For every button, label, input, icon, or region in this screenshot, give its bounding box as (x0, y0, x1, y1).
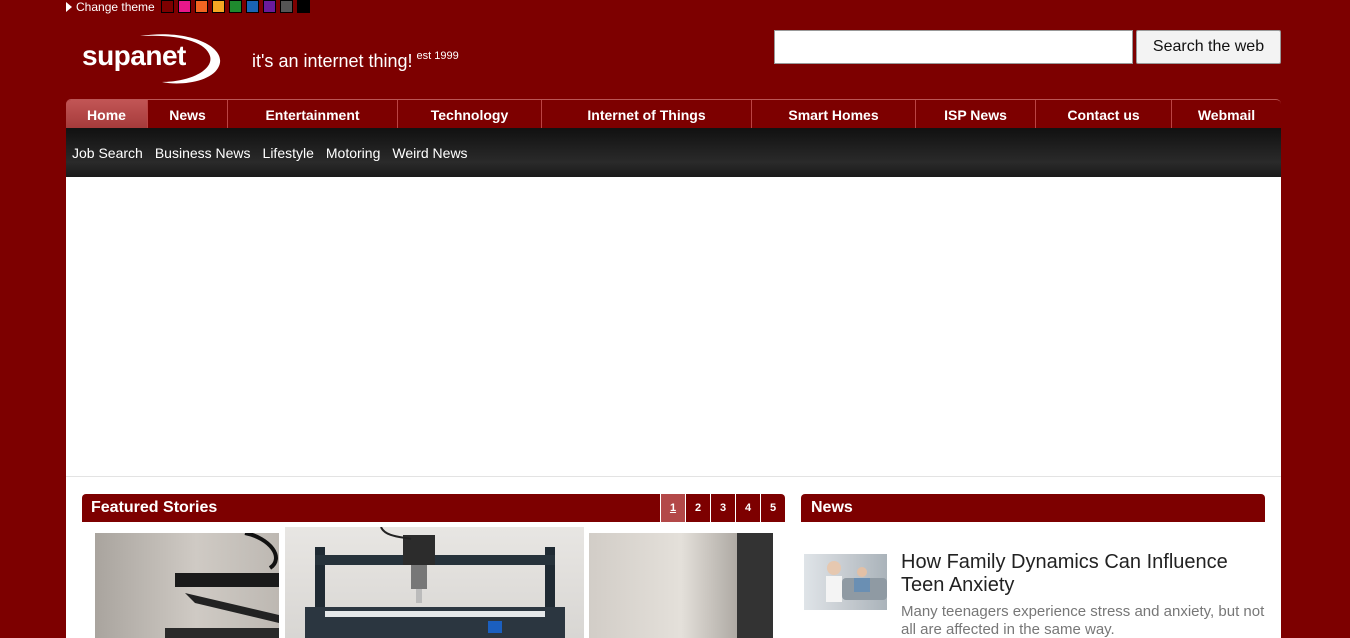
nav-home[interactable]: Home (66, 100, 148, 128)
page-button-4[interactable]: 4 (735, 494, 760, 522)
page-button-2[interactable]: 2 (685, 494, 710, 522)
sub-nav: Job Search Business News Lifestyle Motor… (66, 128, 1281, 177)
page-button-5[interactable]: 5 (760, 494, 785, 522)
theme-swatch-grey[interactable] (279, 0, 293, 13)
main-nav: Home News Entertainment Technology Inter… (66, 99, 1281, 128)
main-content: Featured Stories 1 2 3 4 5 News How Fami… (66, 177, 1281, 638)
page-button-3[interactable]: 3 (710, 494, 735, 522)
search-web-button[interactable]: Search the web (1136, 30, 1281, 64)
theme-swatch-maroon[interactable] (160, 0, 174, 13)
change-theme-label[interactable]: Change theme (76, 0, 155, 14)
subnav-weird-news[interactable]: Weird News (392, 145, 467, 161)
nav-news[interactable]: News (148, 100, 228, 128)
nav-entertainment[interactable]: Entertainment (228, 100, 398, 128)
featured-image-center[interactable] (285, 527, 584, 638)
tagline-est: est 1999 (416, 50, 459, 62)
theme-swatch-orange[interactable] (194, 0, 208, 13)
nav-webmail[interactable]: Webmail (1172, 100, 1281, 128)
page-button-1[interactable]: 1 (660, 494, 685, 522)
nav-technology[interactable]: Technology (398, 100, 542, 128)
nav-internet-of-things[interactable]: Internet of Things (542, 100, 752, 128)
nav-contact-us[interactable]: Contact us (1036, 100, 1172, 128)
logo-text: supanet (82, 40, 186, 71)
site-tagline: it's an internet thing! est 1999 (252, 50, 459, 72)
theme-swatch-amber[interactable] (211, 0, 225, 13)
news-thumbnail[interactable] (804, 554, 887, 610)
subnav-business-news[interactable]: Business News (155, 145, 251, 161)
featured-stories-title: Featured Stories (91, 499, 218, 516)
news-summary: Many teenagers experience stress and anx… (901, 603, 1265, 638)
news-headline-link[interactable]: How Family Dynamics Can Influence Teen A… (901, 551, 1271, 597)
theme-swatch-purple[interactable] (262, 0, 276, 13)
web-search-input[interactable] (774, 30, 1133, 64)
theme-swatch-green[interactable] (228, 0, 242, 13)
theme-swatch-black[interactable] (296, 0, 310, 13)
ad-banner-area (66, 177, 1281, 477)
subnav-lifestyle[interactable]: Lifestyle (263, 145, 314, 161)
featured-stories-header: Featured Stories 1 2 3 4 5 (82, 494, 785, 522)
subnav-motoring[interactable]: Motoring (326, 145, 380, 161)
theme-bar: Change theme (66, 0, 314, 14)
news-header: News (801, 494, 1265, 522)
tagline-text: it's an internet thing! (252, 51, 413, 71)
triangle-right-icon[interactable] (66, 1, 72, 12)
theme-swatch-blue[interactable] (245, 0, 259, 13)
nav-smart-homes[interactable]: Smart Homes (752, 100, 916, 128)
nav-isp-news[interactable]: ISP News (916, 100, 1036, 128)
featured-image-right[interactable] (589, 533, 773, 638)
site-logo[interactable]: supanet (80, 30, 224, 85)
subnav-job-search[interactable]: Job Search (72, 145, 143, 161)
theme-swatch-pink[interactable] (177, 0, 191, 13)
featured-pager: 1 2 3 4 5 (660, 494, 785, 522)
featured-image-left[interactable] (95, 533, 279, 638)
news-section-title: News (811, 499, 853, 516)
